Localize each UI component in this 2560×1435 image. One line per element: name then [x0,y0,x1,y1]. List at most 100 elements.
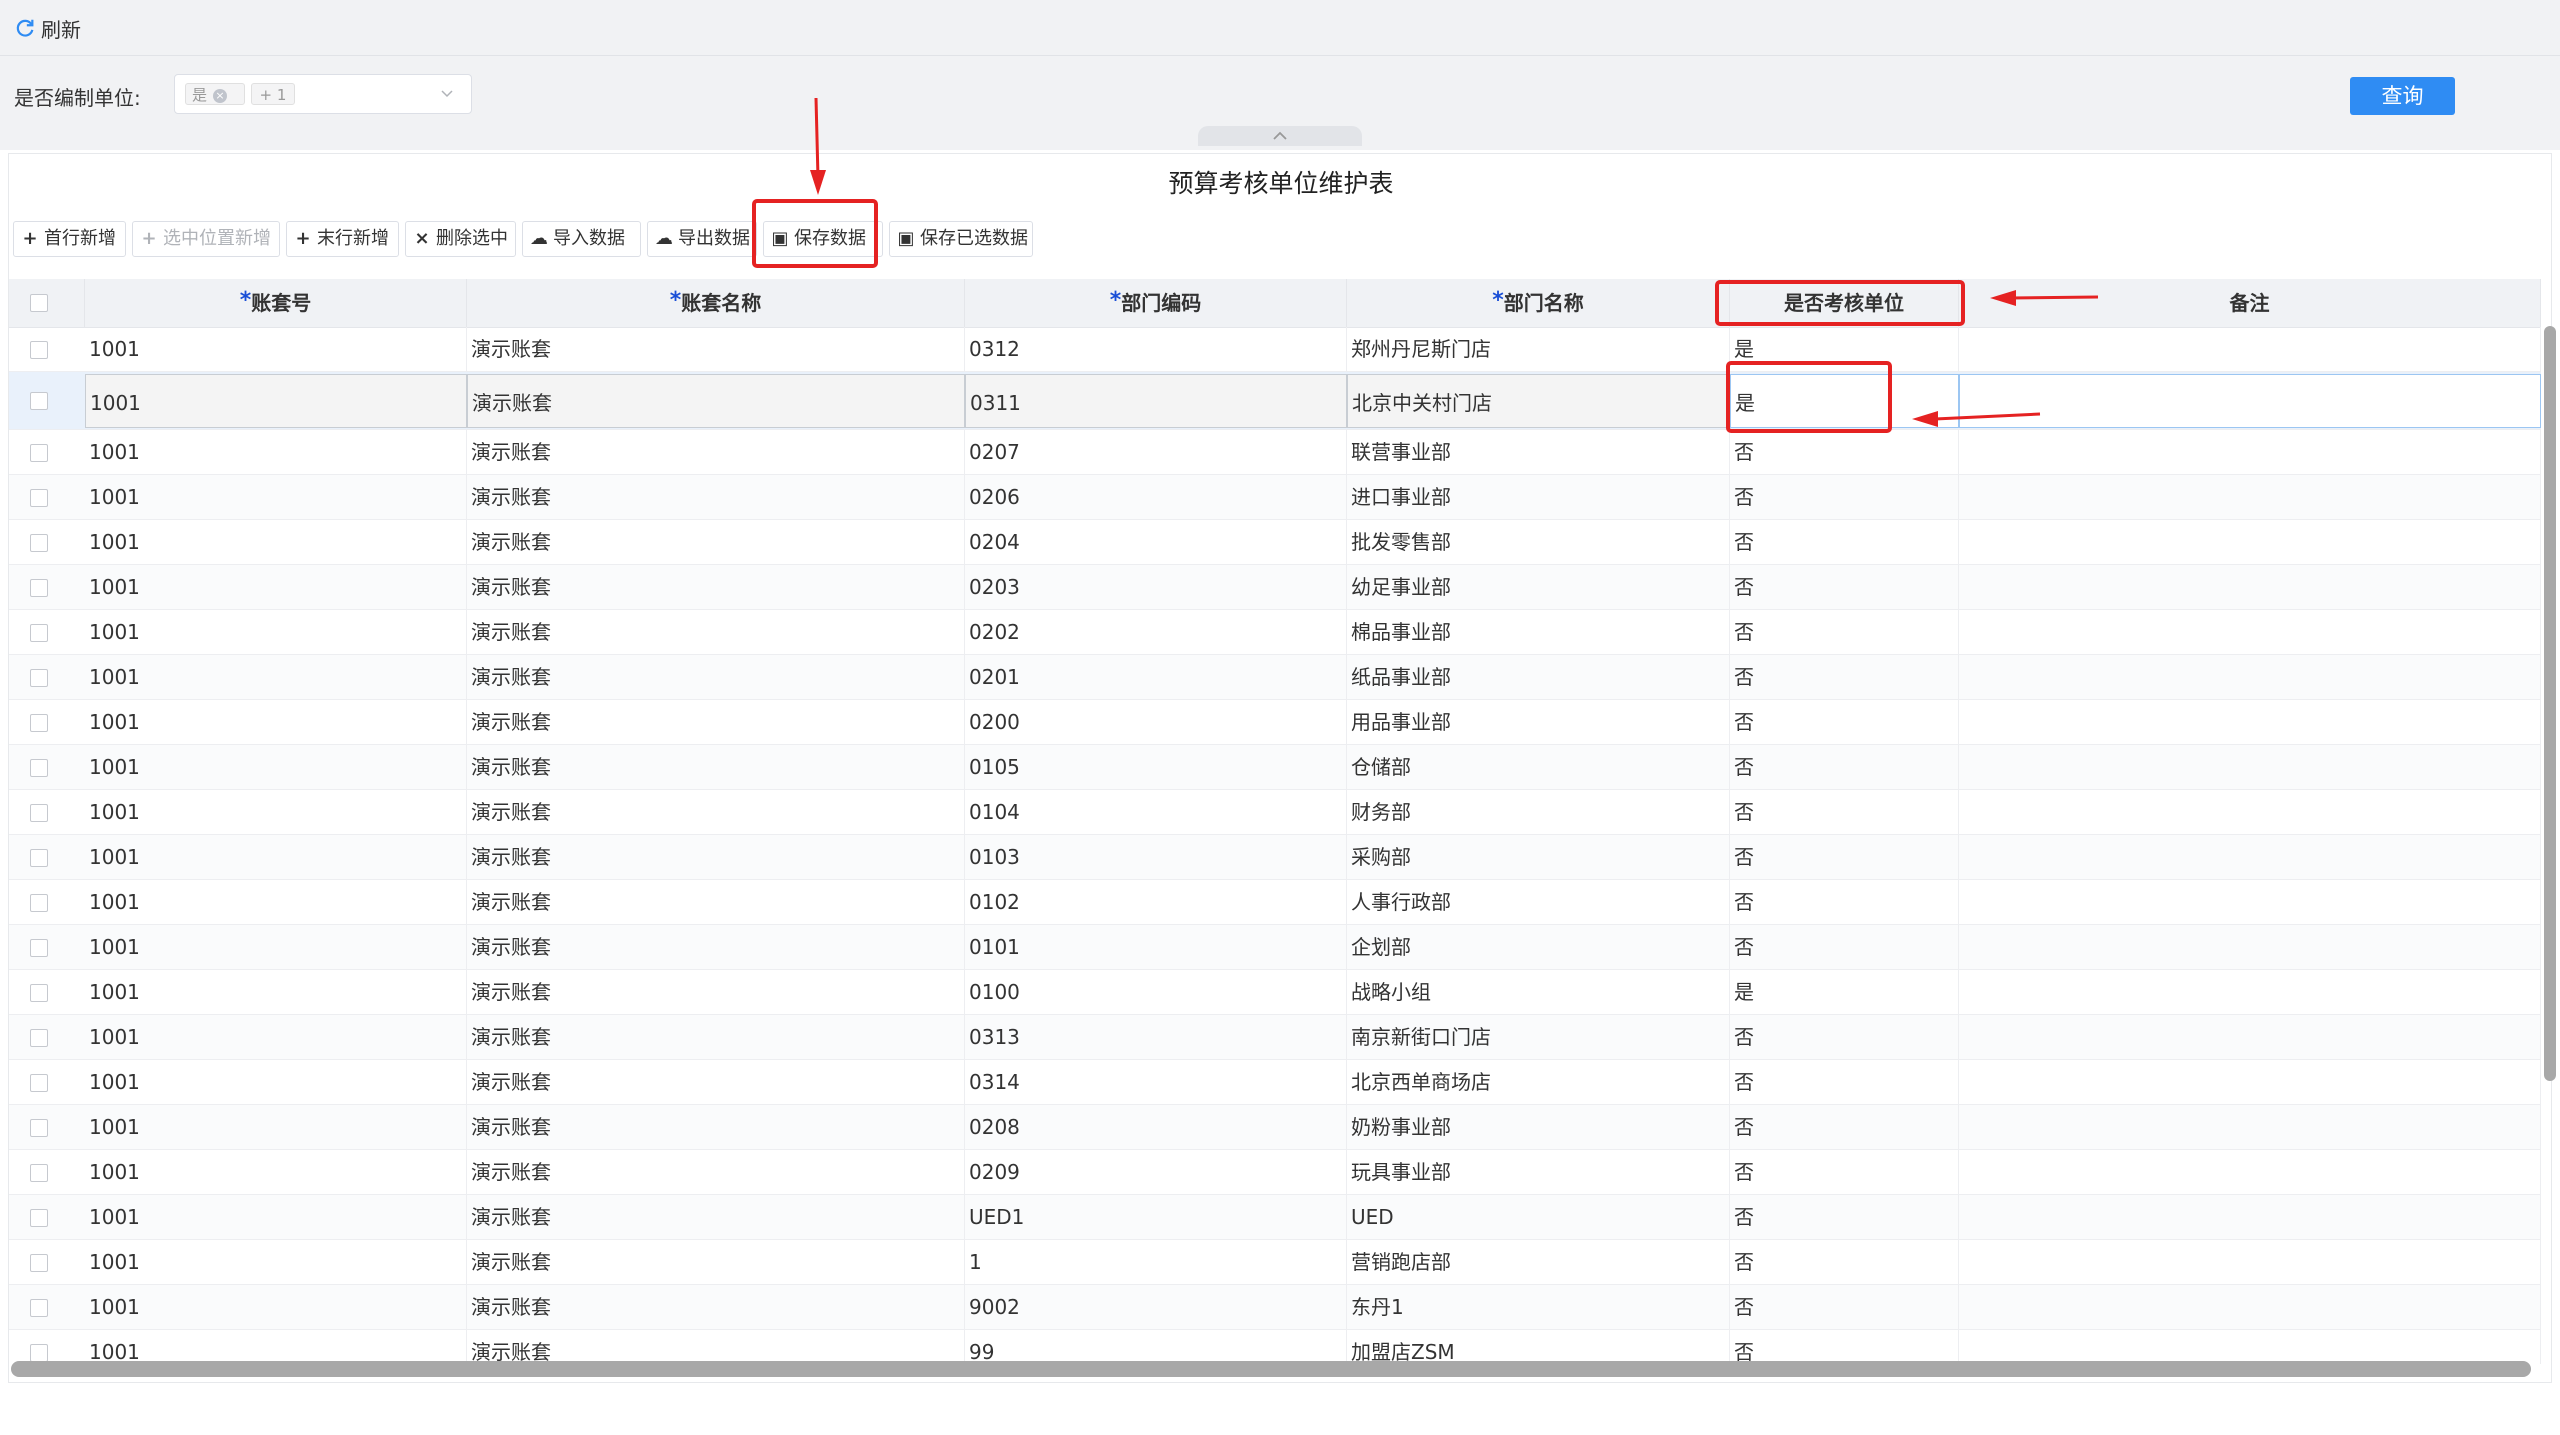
row-checkbox[interactable] [30,392,48,410]
table-row[interactable]: 1001 演示账套 0208 奶粉事业部否 [9,1105,2541,1150]
cell-remark[interactable] [1959,745,2541,789]
cell-account-name[interactable]: 演示账套 [467,925,965,969]
vertical-scrollbar[interactable] [2544,326,2556,1081]
toolbar-button-2[interactable]: + 末行新增 [286,221,399,257]
horizontal-scrollbar[interactable] [11,1361,2531,1377]
cell-account-no[interactable]: 1001 [85,475,467,519]
cell-account-no[interactable]: 1001 [85,745,467,789]
table-row[interactable]: 1001 演示账套 0204 批发零售部否 [9,520,2541,565]
cell-is-assessment-unit[interactable]: 否 [1730,880,1959,924]
cell-remark[interactable] [1959,374,2541,428]
table-row[interactable]: 1001 演示账套 0311 北京中关村门店是 [9,372,2541,430]
cell-remark[interactable] [1959,655,2541,699]
cell-is-assessment-unit[interactable]: 否 [1730,925,1959,969]
cell-is-assessment-unit[interactable]: 否 [1730,1330,1959,1364]
cell-is-assessment-unit[interactable]: 否 [1730,1240,1959,1284]
column-header-1[interactable]: *账套名称 [467,279,965,327]
table-row[interactable]: 1001 演示账套 0313 南京新街口门店否 [9,1015,2541,1060]
cell-is-assessment-unit[interactable]: 是 [1730,374,1959,428]
cell-dept-name[interactable]: 东丹1 [1347,1285,1730,1329]
table-row[interactable]: 1001 演示账套 1 营销跑店部否 [9,1240,2541,1285]
table-row[interactable]: 1001 演示账套 0105 仓储部否 [9,745,2541,790]
cell-account-name[interactable]: 演示账套 [467,745,965,789]
row-checkbox[interactable] [30,758,48,777]
cell-remark[interactable] [1959,1015,2541,1059]
cell-dept-name[interactable]: 批发零售部 [1347,520,1730,564]
cell-dept-name[interactable]: 北京西单商场店 [1347,1060,1730,1104]
table-row[interactable]: 1001 演示账套 0103 采购部否 [9,835,2541,880]
cell-account-name[interactable]: 演示账套 [467,1240,965,1284]
row-checkbox[interactable] [30,533,48,552]
cell-account-name[interactable]: 演示账套 [467,1195,965,1239]
cell-remark[interactable] [1959,1285,2541,1329]
cell-dept-name[interactable]: 企划部 [1347,925,1730,969]
row-checkbox[interactable] [30,668,48,687]
cell-is-assessment-unit[interactable]: 否 [1730,1105,1959,1149]
cell-dept-name[interactable]: UED [1347,1195,1730,1239]
cell-is-assessment-unit[interactable]: 否 [1730,835,1959,879]
table-row[interactable]: 1001 演示账套 0101 企划部否 [9,925,2541,970]
cell-is-assessment-unit[interactable]: 否 [1730,700,1959,744]
cell-is-assessment-unit[interactable]: 否 [1730,610,1959,654]
table-row[interactable]: 1001 演示账套 0201 纸品事业部否 [9,655,2541,700]
row-checkbox[interactable] [30,443,48,462]
cell-remark[interactable] [1959,1330,2541,1364]
cell-is-assessment-unit[interactable]: 否 [1730,655,1959,699]
row-checkbox[interactable] [30,488,48,507]
row-checkbox[interactable] [30,1118,48,1137]
cell-dept-name[interactable]: 战略小组 [1347,970,1730,1014]
select-all-checkbox[interactable] [30,294,48,312]
table-row[interactable]: 1001 演示账套 0100 战略小组是 [9,970,2541,1015]
row-checkbox[interactable] [30,1208,48,1227]
toolbar-button-0[interactable]: + 首行新增 [13,221,126,257]
cell-account-no[interactable]: 1001 [85,700,467,744]
cell-account-no[interactable]: 1001 [85,430,467,474]
cell-account-no[interactable]: 1001 [85,925,467,969]
cell-is-assessment-unit[interactable]: 否 [1730,565,1959,609]
cell-dept-name[interactable]: 营销跑店部 [1347,1240,1730,1284]
cell-account-name[interactable]: 演示账套 [467,880,965,924]
collapse-handle[interactable] [1198,126,1362,146]
cell-dept-code[interactable]: 1 [965,1240,1347,1284]
cell-is-assessment-unit[interactable]: 否 [1730,1015,1959,1059]
cell-dept-name[interactable]: 奶粉事业部 [1347,1105,1730,1149]
cell-remark[interactable] [1959,925,2541,969]
toolbar-button-3[interactable]: × 删除选中 [405,221,516,257]
cell-account-name[interactable]: 演示账套 [467,520,965,564]
cell-account-name[interactable]: 演示账套 [467,790,965,834]
cell-dept-code[interactable]: 0201 [965,655,1347,699]
cell-dept-code[interactable]: 0200 [965,700,1347,744]
cell-is-assessment-unit[interactable]: 否 [1730,475,1959,519]
cell-dept-name[interactable]: 棉品事业部 [1347,610,1730,654]
table-row[interactable]: 1001 演示账套 99 加盟店ZSM 否 [9,1330,2541,1364]
cell-account-name[interactable]: 演示账套 [467,970,965,1014]
cell-remark[interactable] [1959,880,2541,924]
cell-remark[interactable] [1959,700,2541,744]
table-row[interactable]: 1001 演示账套 UED1 UED 否 [9,1195,2541,1240]
cell-dept-name[interactable]: 加盟店ZSM [1347,1330,1730,1364]
row-checkbox[interactable] [30,578,48,597]
cell-dept-name[interactable]: 财务部 [1347,790,1730,834]
cell-dept-name[interactable]: 人事行政部 [1347,880,1730,924]
cell-account-name[interactable]: 演示账套 [467,1060,965,1104]
cell-remark[interactable] [1959,610,2541,654]
column-header-2[interactable]: *部门编码 [965,279,1347,327]
cell-dept-code[interactable]: 0208 [965,1105,1347,1149]
cell-account-no[interactable]: 1001 [85,655,467,699]
row-checkbox[interactable] [30,1163,48,1182]
toolbar-button-7[interactable]: ▣ 保存已选数据 [889,221,1033,257]
toolbar-button-4[interactable]: ☁ 导入数据 [522,221,641,257]
row-checkbox[interactable] [30,1253,48,1272]
cell-account-name[interactable]: 演示账套 [467,610,965,654]
cell-remark[interactable] [1959,1150,2541,1194]
table-row[interactable]: 1001 演示账套 0200 用品事业部否 [9,700,2541,745]
cell-is-assessment-unit[interactable]: 否 [1730,790,1959,834]
cell-is-assessment-unit[interactable]: 否 [1730,1060,1959,1104]
row-checkbox[interactable] [30,1343,48,1362]
cell-dept-name[interactable]: 幼足事业部 [1347,565,1730,609]
table-row[interactable]: 1001 演示账套 0209 玩具事业部否 [9,1150,2541,1195]
refresh-button[interactable]: 刷新 [14,13,81,43]
cell-dept-name[interactable]: 纸品事业部 [1347,655,1730,699]
cell-dept-name[interactable]: 采购部 [1347,835,1730,879]
cell-dept-code[interactable]: 0101 [965,925,1347,969]
